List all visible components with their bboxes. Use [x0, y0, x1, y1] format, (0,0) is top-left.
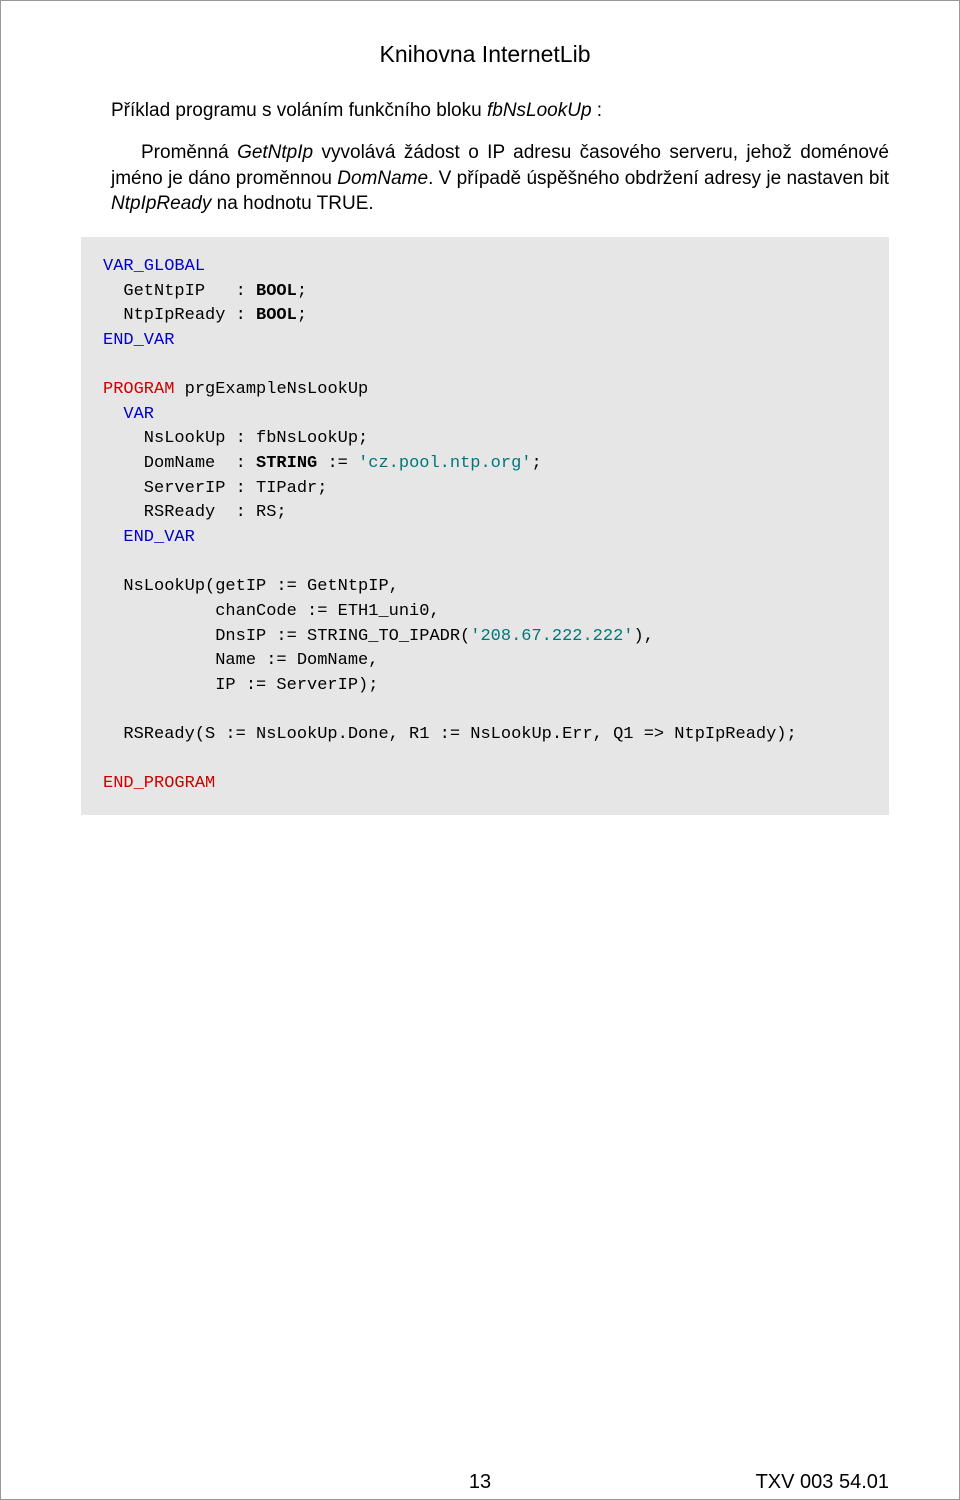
code-type: STRING	[256, 454, 317, 473]
page: Knihovna InternetLib Příklad programu s …	[0, 0, 960, 1500]
para-text-3: . V případě úspěšného obdržení adresy je…	[428, 168, 889, 189]
para-text-1: Proměnná	[141, 142, 237, 163]
code-line: GetNtpIP :	[103, 282, 256, 301]
intro-prefix: Příklad programu s voláním funkčního blo…	[111, 100, 487, 121]
intro-function-name: fbNsLookUp	[487, 100, 592, 121]
code-line: ServerIP : TIPadr;	[103, 479, 327, 498]
code-line: prgExampleNsLookUp	[174, 380, 368, 399]
code-line: RSReady(S := NsLookUp.Done, R1 := NsLook…	[103, 725, 797, 744]
code-string: '208.67.222.222'	[470, 627, 633, 646]
code-line: DnsIP := STRING_TO_IPADR(	[103, 627, 470, 646]
code-line: ;	[297, 282, 307, 301]
code-line: RSReady : RS;	[103, 503, 287, 522]
page-number: 13	[469, 1471, 491, 1494]
code-line: Name := DomName,	[103, 651, 378, 670]
code-kw: VAR	[103, 405, 154, 424]
code-kw: PROGRAM	[103, 380, 174, 399]
doc-number: TXV 003 54.01	[756, 1471, 889, 1494]
code-line: ;	[532, 454, 542, 473]
code-kw: VAR_GLOBAL	[103, 257, 205, 276]
page-header-title: Knihovna InternetLib	[81, 41, 889, 68]
para-var-2: DomName	[337, 168, 428, 189]
para-var-3: NtpIpReady	[111, 193, 211, 214]
code-string: 'cz.pool.ntp.org'	[358, 454, 531, 473]
code-line: NtpIpReady :	[103, 306, 256, 325]
code-block: VAR_GLOBAL GetNtpIP : BOOL; NtpIpReady :…	[81, 237, 889, 815]
code-type: BOOL	[256, 306, 297, 325]
para-var-1: GetNtpIp	[237, 142, 313, 163]
code-kw: END_VAR	[103, 331, 174, 350]
code-line: chanCode := ETH1_uni0,	[103, 602, 440, 621]
intro-suffix: :	[592, 100, 603, 121]
code-type: BOOL	[256, 282, 297, 301]
code-line: NsLookUp(getIP := GetNtpIP,	[103, 577, 399, 596]
para-text-4: na hodnotu TRUE.	[211, 193, 373, 214]
code-kw: END_VAR	[103, 528, 195, 547]
description-paragraph: Proměnná GetNtpIp vyvolává žádost o IP a…	[111, 140, 889, 217]
code-kw: END_PROGRAM	[103, 774, 215, 793]
code-line: NsLookUp : fbNsLookUp;	[103, 429, 368, 448]
intro-line: Příklad programu s voláním funkčního blo…	[111, 100, 889, 122]
code-line: IP := ServerIP);	[103, 676, 378, 695]
code-line: :=	[317, 454, 358, 473]
code-line: ;	[297, 306, 307, 325]
code-line: DomName :	[103, 454, 256, 473]
code-line: ),	[634, 627, 654, 646]
